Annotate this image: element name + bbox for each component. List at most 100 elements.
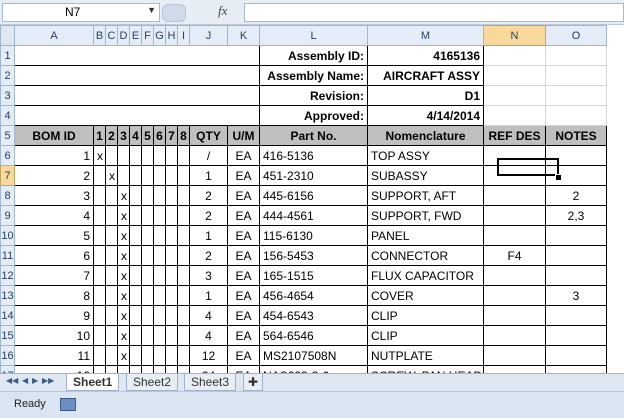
table-header-l5[interactable]: 5: [141, 125, 154, 146]
row-header[interactable]: 5: [0, 125, 15, 146]
row-header[interactable]: 2: [0, 65, 15, 86]
level-cell[interactable]: x: [117, 285, 130, 306]
level-cell[interactable]: [165, 325, 178, 346]
bom-id-cell[interactable]: 4: [14, 205, 94, 226]
level-cell[interactable]: [141, 245, 154, 266]
tab-sheet1[interactable]: Sheet1: [66, 374, 120, 391]
level-cell[interactable]: [129, 245, 142, 266]
header-label[interactable]: Assembly ID:: [259, 45, 368, 66]
um-cell[interactable]: EA: [227, 145, 260, 166]
row-header[interactable]: 12: [0, 265, 15, 286]
header-label[interactable]: Assembly Name:: [259, 65, 368, 86]
level-cell[interactable]: x: [117, 265, 130, 286]
level-cell[interactable]: [93, 325, 106, 346]
title-block-cell[interactable]: [14, 85, 260, 106]
level-cell[interactable]: [177, 265, 190, 286]
notes-cell[interactable]: [545, 225, 607, 246]
bom-id-cell[interactable]: 7: [14, 265, 94, 286]
level-cell[interactable]: [153, 325, 166, 346]
ref-des-cell[interactable]: [483, 205, 546, 226]
notes-cell[interactable]: [545, 325, 607, 346]
cell[interactable]: [483, 65, 546, 86]
level-cell[interactable]: [129, 185, 142, 206]
qty-cell[interactable]: 2: [189, 245, 228, 266]
formula-input[interactable]: [244, 3, 624, 22]
table-header-l7[interactable]: 7: [165, 125, 178, 146]
row-header[interactable]: 1: [0, 45, 15, 66]
part-no-cell[interactable]: 445-6156: [259, 185, 368, 206]
level-cell[interactable]: [177, 145, 190, 166]
nomenclature-cell[interactable]: CONNECTOR: [367, 245, 484, 266]
title-block-cell[interactable]: [14, 45, 260, 66]
level-cell[interactable]: [93, 205, 106, 226]
part-no-cell[interactable]: 156-5453: [259, 245, 368, 266]
table-header-part-no[interactable]: Part No.: [259, 125, 368, 146]
qty-cell[interactable]: 12: [189, 345, 228, 366]
qty-cell[interactable]: 4: [189, 325, 228, 346]
level-cell[interactable]: [141, 185, 154, 206]
name-box[interactable]: N7 ▼: [2, 3, 160, 22]
level-cell[interactable]: [117, 165, 130, 186]
level-cell[interactable]: [165, 225, 178, 246]
level-cell[interactable]: [177, 245, 190, 266]
ref-des-cell[interactable]: [483, 305, 546, 326]
level-cell[interactable]: [105, 325, 118, 346]
prev-sheet-icon[interactable]: ◀: [22, 376, 28, 385]
tab-sheet2[interactable]: Sheet2: [126, 374, 179, 391]
row-header[interactable]: 9: [0, 205, 15, 226]
cell[interactable]: [545, 85, 607, 106]
part-no-cell[interactable]: 444-4561: [259, 205, 368, 226]
column-header[interactable]: C: [105, 25, 118, 46]
ref-des-cell[interactable]: [483, 225, 546, 246]
bom-id-cell[interactable]: 8: [14, 285, 94, 306]
column-header[interactable]: A: [14, 25, 94, 46]
level-cell[interactable]: [165, 285, 178, 306]
cell[interactable]: [545, 105, 607, 126]
nomenclature-cell[interactable]: SUPPORT, AFT: [367, 185, 484, 206]
level-cell[interactable]: [105, 265, 118, 286]
cell[interactable]: [483, 105, 546, 126]
select-all-corner[interactable]: [0, 25, 15, 46]
level-cell[interactable]: [177, 185, 190, 206]
um-cell[interactable]: EA: [227, 345, 260, 366]
row-header[interactable]: 8: [0, 185, 15, 206]
level-cell[interactable]: x: [117, 325, 130, 346]
level-cell[interactable]: [117, 145, 130, 166]
header-label[interactable]: Revision:: [259, 85, 368, 106]
ref-des-cell[interactable]: [483, 185, 546, 206]
level-cell[interactable]: [129, 205, 142, 226]
level-cell[interactable]: [141, 145, 154, 166]
qty-cell[interactable]: 3: [189, 265, 228, 286]
level-cell[interactable]: [165, 265, 178, 286]
level-cell[interactable]: [141, 165, 154, 186]
fill-handle[interactable]: [555, 174, 562, 181]
ref-des-cell[interactable]: [483, 265, 546, 286]
qty-cell[interactable]: 2: [189, 205, 228, 226]
bom-id-cell[interactable]: 5: [14, 225, 94, 246]
notes-cell[interactable]: [545, 305, 607, 326]
table-header-um[interactable]: U/M: [227, 125, 260, 146]
level-cell[interactable]: [153, 285, 166, 306]
level-cell[interactable]: [93, 165, 106, 186]
level-cell[interactable]: [129, 325, 142, 346]
insert-function-icon[interactable]: fx: [218, 3, 227, 19]
level-cell[interactable]: x: [117, 205, 130, 226]
macro-record-icon[interactable]: [60, 398, 76, 411]
title-block-cell[interactable]: [14, 105, 260, 126]
formula-bar-expand-handle[interactable]: [162, 4, 186, 22]
level-cell[interactable]: [93, 345, 106, 366]
nomenclature-cell[interactable]: SUBASSY: [367, 165, 484, 186]
table-header-l1[interactable]: 1: [93, 125, 106, 146]
level-cell[interactable]: [93, 305, 106, 326]
level-cell[interactable]: [165, 165, 178, 186]
level-cell[interactable]: [141, 325, 154, 346]
ref-des-cell[interactable]: [483, 285, 546, 306]
row-header[interactable]: 13: [0, 285, 15, 306]
level-cell[interactable]: [165, 205, 178, 226]
header-value[interactable]: D1: [367, 85, 484, 106]
insert-sheet-icon[interactable]: ✚: [243, 374, 264, 391]
level-cell[interactable]: [93, 265, 106, 286]
um-cell[interactable]: EA: [227, 285, 260, 306]
level-cell[interactable]: [129, 345, 142, 366]
level-cell[interactable]: [93, 225, 106, 246]
